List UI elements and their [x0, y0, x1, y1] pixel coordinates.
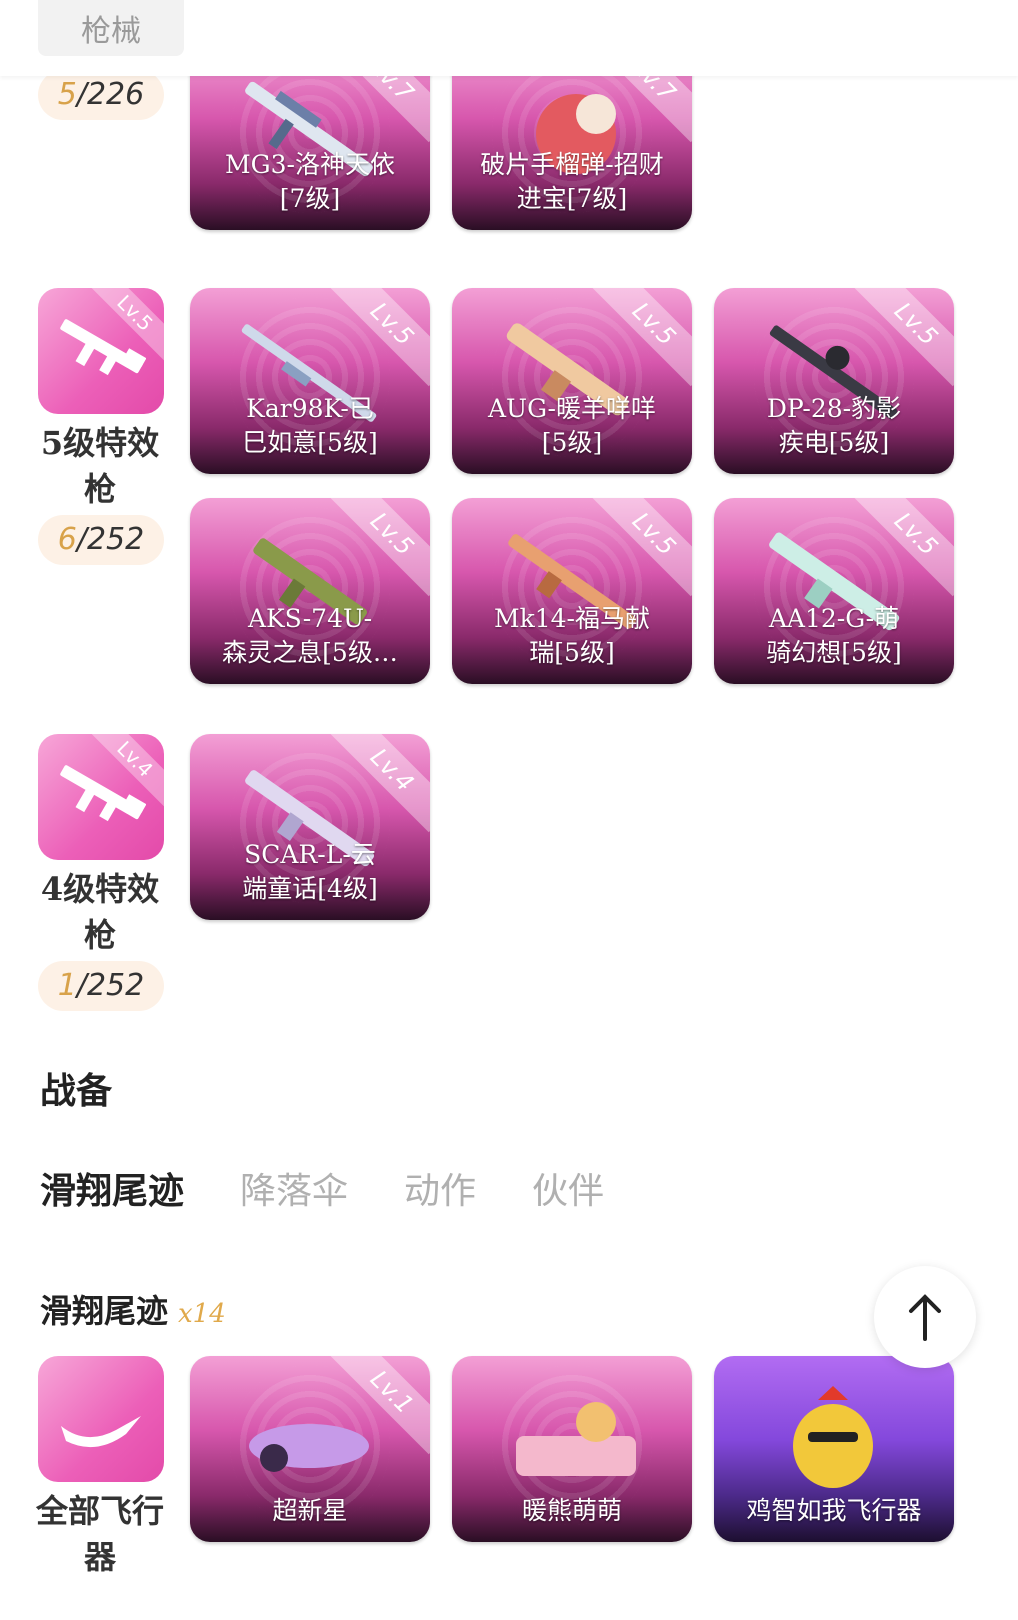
category-name-aircraft: 全部飞行器: [35, 1492, 164, 1576]
tab-glide-trail[interactable]: 滑翔尾迹: [40, 1162, 184, 1214]
item-card-supernova[interactable]: Lv.1 超新星: [190, 1356, 430, 1542]
glider-image: [249, 1424, 369, 1472]
glider-image: [516, 1402, 636, 1476]
back-to-top-button[interactable]: [874, 1266, 976, 1368]
category-icon-aircraft[interactable]: [38, 1356, 164, 1482]
equipment-tabs: 滑翔尾迹 降落伞 动作 伙伴: [40, 1162, 604, 1214]
skin-name: AUG-暖羊咩咩 [5级]: [487, 394, 656, 457]
arrow-up-icon: [909, 1294, 941, 1341]
skin-name: Kar98K-已 巳如意[5级]: [242, 394, 378, 457]
skin-card-mk14[interactable]: Lv.5 Mk14-福马献 瑞[5级]: [452, 498, 692, 684]
category-count-lv5: 6/252: [38, 515, 164, 565]
tab-emote[interactable]: 动作: [404, 1162, 476, 1214]
category-icon-lv4[interactable]: Lv.4: [38, 734, 164, 860]
skin-card-aa12g[interactable]: Lv.5 AA12-G-萌 骑幻想[5级]: [714, 498, 954, 684]
category-icon-lv5[interactable]: Lv.5: [38, 288, 164, 414]
skin-card-aks74u[interactable]: Lv.5 AKS-74U- 森灵之息[5级…: [190, 498, 430, 684]
category-count-7: 5/226: [38, 70, 164, 120]
skin-name: Mk14-福马献 瑞[5级]: [493, 604, 650, 667]
skin-name: AKS-74U- 森灵之息[5级…: [222, 604, 398, 667]
item-card-chicken[interactable]: 鸡智如我飞行器: [714, 1356, 954, 1542]
skin-name: DP-28-豹影 疾电[5级]: [766, 394, 902, 457]
rifle-icon: [60, 319, 146, 376]
category-name-lv4: 4级特效枪: [40, 870, 160, 954]
skin-name: AA12-G-萌 骑幻想[5级]: [766, 604, 902, 667]
glider-icon: [61, 1416, 141, 1448]
rifle-icon: [60, 765, 146, 822]
category-name-lv5: 5级特效枪: [40, 424, 160, 508]
tab-firearms[interactable]: 枪械: [38, 0, 184, 56]
glider-image: [793, 1386, 873, 1488]
skin-name: SCAR-L-云 端童话[4级]: [242, 840, 378, 903]
tab-companion[interactable]: 伙伴: [532, 1162, 604, 1214]
skin-card-kar98k[interactable]: Lv.5 Kar98K-已 巳如意[5级]: [190, 288, 430, 474]
item-name: 鸡智如我飞行器: [746, 1496, 922, 1525]
skin-name: MG3-洛神天依 [7级]: [225, 150, 395, 213]
skin-card-aug[interactable]: Lv.5 AUG-暖羊咩咩 [5级]: [452, 288, 692, 474]
item-name: 超新星: [272, 1496, 348, 1525]
skin-name: 破片手榴弹-招财 进宝[7级]: [480, 150, 664, 213]
section-title-equipment: 战备: [40, 1070, 113, 1112]
category-count-lv4: 1/252: [38, 961, 164, 1011]
glide-trail-heading: 滑翔尾迹 x14: [40, 1292, 226, 1330]
item-card-bear[interactable]: 暖熊萌萌: [452, 1356, 692, 1542]
glide-trail-count: x14: [178, 1299, 226, 1329]
tab-parachute[interactable]: 降落伞: [240, 1162, 348, 1214]
item-name: 暖熊萌萌: [521, 1496, 622, 1525]
skin-card-scarl[interactable]: Lv.4 SCAR-L-云 端童话[4级]: [190, 734, 430, 920]
top-bar: 枪械: [0, 0, 1018, 76]
skin-card-dp28[interactable]: Lv.5 DP-28-豹影 疾电[5级]: [714, 288, 954, 474]
